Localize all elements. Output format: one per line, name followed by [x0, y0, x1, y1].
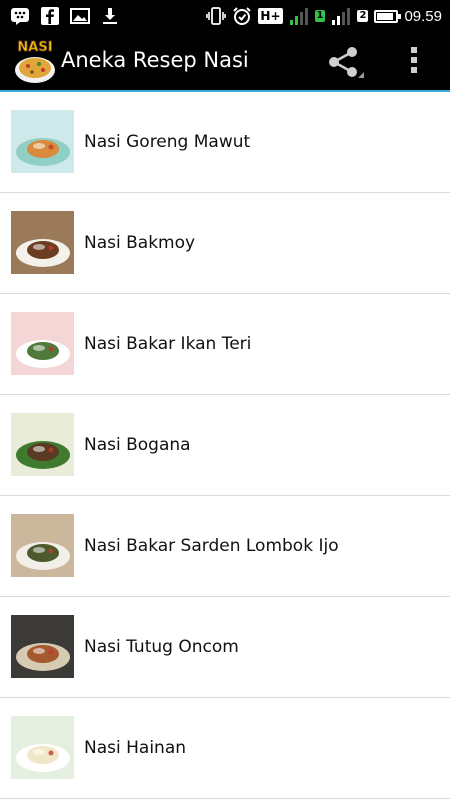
- download-icon: [100, 6, 120, 26]
- app-title: Aneka Resep Nasi: [61, 48, 249, 72]
- signal-icon: [331, 6, 351, 26]
- notification-icons: [10, 0, 120, 32]
- recipe-title: Nasi Bakar Sarden Lombok Ijo: [84, 536, 339, 556]
- recipe-list: Nasi Goreng Mawut Nasi Bakmoy Nasi Bakar I…: [0, 92, 450, 800]
- overflow-menu-button[interactable]: [396, 44, 432, 80]
- list-item[interactable]: Nasi Hainan: [0, 698, 450, 799]
- recipe-thumbnail: [11, 312, 74, 375]
- recipe-title: Nasi Tutug Oncom: [84, 637, 239, 657]
- svg-text:NASI: NASI: [17, 40, 52, 55]
- list-item[interactable]: Nasi Tutug Oncom: [0, 597, 450, 698]
- facebook-icon: [40, 6, 60, 26]
- recipe-thumbnail: [11, 110, 74, 173]
- signal-icon: [289, 6, 309, 26]
- battery-icon: [374, 9, 402, 23]
- system-icons: H+ 1 2 09.59: [206, 0, 442, 32]
- list-item[interactable]: Nasi Bogana: [0, 395, 450, 496]
- list-item[interactable]: Nasi Bakar Ikan Teri: [0, 294, 450, 395]
- list-item[interactable]: Nasi Bakar Sarden Lombok Ijo: [0, 496, 450, 597]
- gallery-icon: [70, 6, 90, 26]
- recipe-title: Nasi Hainan: [84, 738, 187, 758]
- bbm-icon: [10, 6, 30, 26]
- status-bar: H+ 1 2 09.59: [0, 0, 450, 32]
- alarm-icon: [232, 6, 252, 26]
- share-button[interactable]: [324, 44, 368, 80]
- recipe-thumbnail: [11, 211, 74, 274]
- recipe-thumbnail: [11, 716, 74, 779]
- clock: 09.59: [404, 7, 442, 25]
- recipe-title: Nasi Goreng Mawut: [84, 132, 251, 152]
- vibrate-icon: [206, 6, 227, 26]
- action-bar: NASI Aneka Resep Nasi: [0, 32, 450, 90]
- list-item[interactable]: Nasi Bakmoy: [0, 193, 450, 294]
- overflow-menu-icon: [410, 46, 418, 78]
- network-type-badge: H+: [258, 8, 283, 24]
- app-logo[interactable]: NASI: [13, 36, 57, 86]
- sim2-indicator: 2: [357, 10, 369, 22]
- recipe-title: Nasi Bakmoy: [84, 233, 196, 253]
- recipe-thumbnail: [11, 615, 74, 678]
- recipe-thumbnail: [11, 413, 74, 476]
- recipe-title: Nasi Bogana: [84, 435, 191, 455]
- share-icon: [324, 47, 368, 84]
- list-item[interactable]: Nasi Goreng Mawut: [0, 92, 450, 193]
- sim1-indicator: 1: [314, 10, 326, 22]
- recipe-thumbnail: [11, 514, 74, 577]
- recipe-title: Nasi Bakar Ikan Teri: [84, 334, 252, 354]
